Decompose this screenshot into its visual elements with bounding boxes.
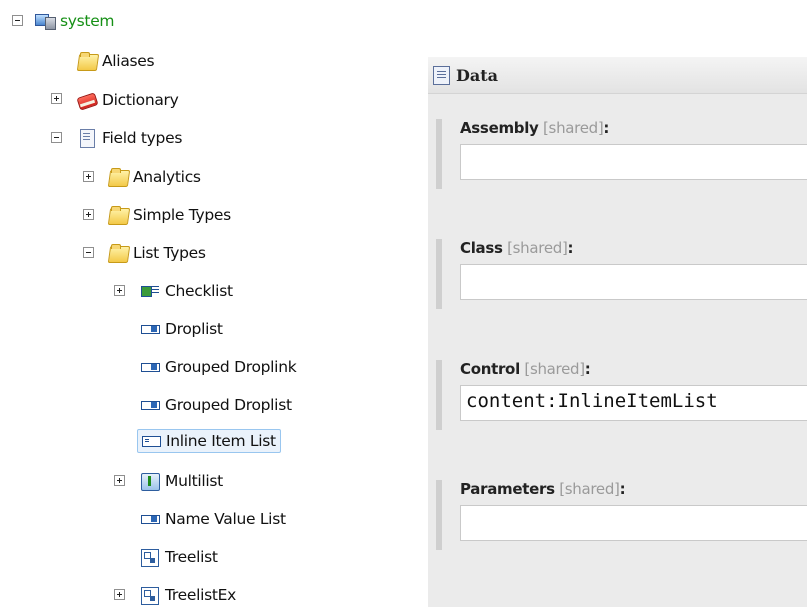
expand-toggle-analytics[interactable]	[83, 171, 94, 182]
assembly-input[interactable]	[460, 144, 807, 180]
document-icon	[76, 128, 98, 148]
field-assembly: Assembly [shared]:	[436, 119, 807, 189]
field-marker-bar	[436, 239, 442, 309]
inline-list-icon	[140, 431, 162, 451]
tree-node-grouped-droplink[interactable]: Grouped Droplink	[139, 354, 297, 380]
folder-icon	[107, 167, 129, 187]
data-section-panel: Data Assembly [shared]: Class [shared]: …	[428, 57, 807, 607]
treelist-icon	[139, 585, 161, 605]
expand-toggle-dictionary[interactable]	[51, 93, 62, 104]
collapse-toggle-list-types[interactable]	[83, 247, 94, 258]
field-label-name: Parameters	[460, 480, 555, 498]
tree-node-aliases[interactable]: Aliases	[76, 48, 155, 74]
shared-tag: [shared]	[543, 119, 604, 137]
tree-node-label: Checklist	[165, 282, 233, 300]
expand-toggle-simple-types[interactable]	[83, 209, 94, 220]
tree-node-multilist[interactable]: Multilist	[139, 468, 223, 494]
droplist-icon	[139, 357, 161, 377]
parameters-input[interactable]	[460, 505, 807, 541]
droplist-icon	[139, 395, 161, 415]
folder-icon	[76, 51, 98, 71]
field-label: Parameters [shared]:	[460, 480, 626, 498]
field-label-name: Assembly	[460, 119, 539, 137]
field-marker-bar	[436, 360, 442, 430]
tree-node-analytics[interactable]: Analytics	[107, 164, 201, 190]
tree-node-label: Droplist	[165, 320, 223, 338]
treelist-icon	[139, 547, 161, 567]
tree-node-system[interactable]: system	[34, 8, 115, 34]
tree-node-inline-item-list[interactable]: Inline Item List	[137, 428, 281, 454]
field-label-name: Control	[460, 360, 520, 378]
tree-node-label: Multilist	[165, 472, 223, 490]
tree-node-label: Analytics	[133, 168, 201, 186]
expand-toggle-multilist[interactable]	[114, 475, 125, 486]
data-section-title: Data	[456, 65, 498, 85]
tree-node-label: system	[60, 12, 115, 30]
dictionary-book-icon	[76, 90, 98, 110]
tree-node-simple-types[interactable]: Simple Types	[107, 202, 231, 228]
folder-icon	[107, 243, 129, 263]
shared-tag: [shared]	[507, 239, 568, 257]
droplist-icon	[139, 319, 161, 339]
field-label: Class [shared]:	[460, 239, 574, 257]
multilist-icon	[139, 471, 161, 491]
expand-toggle-checklist[interactable]	[114, 285, 125, 296]
tree-node-label: Treelist	[165, 548, 218, 566]
field-label: Assembly [shared]:	[460, 119, 609, 137]
shared-tag: [shared]	[524, 360, 585, 378]
collapse-toggle-field-types[interactable]	[51, 132, 62, 143]
tree-node-label: Grouped Droplink	[165, 358, 297, 376]
tree-node-checklist[interactable]: Checklist	[139, 278, 233, 304]
field-marker-bar	[436, 119, 442, 189]
tree-node-dictionary[interactable]: Dictionary	[76, 87, 179, 113]
field-colon: :	[567, 239, 574, 257]
field-label: Control [shared]:	[460, 360, 591, 378]
tree-node-label: Dictionary	[102, 91, 179, 109]
droplist-icon	[139, 509, 161, 529]
field-colon: :	[619, 480, 626, 498]
checklist-icon	[139, 281, 161, 301]
field-control: Control [shared]: content:InlineItemList	[436, 360, 807, 430]
tree-node-grouped-droplist[interactable]: Grouped Droplist	[139, 392, 292, 418]
class-input[interactable]	[460, 264, 807, 300]
tree-node-label: Inline Item List	[166, 432, 276, 450]
data-section-icon	[433, 65, 450, 85]
shared-tag: [shared]	[559, 480, 620, 498]
folder-icon	[107, 205, 129, 225]
tree-node-label: List Types	[133, 244, 206, 262]
field-class: Class [shared]:	[436, 239, 807, 309]
field-label-name: Class	[460, 239, 503, 257]
tree-node-label: Field types	[102, 129, 183, 147]
content-tree: system Aliases Dictionary Field types An…	[0, 0, 428, 607]
field-colon: :	[603, 119, 610, 137]
tree-node-label: TreelistEx	[165, 586, 237, 604]
tree-node-treelistex[interactable]: TreelistEx	[139, 582, 236, 608]
tree-node-treelist[interactable]: Treelist	[139, 544, 218, 570]
field-marker-bar	[436, 480, 442, 550]
tree-node-name-value-list[interactable]: Name Value List	[139, 506, 286, 532]
collapse-toggle-system[interactable]	[12, 15, 23, 26]
tree-node-droplist[interactable]: Droplist	[139, 316, 223, 342]
tree-node-label: Name Value List	[165, 510, 286, 528]
computer-icon	[34, 11, 56, 31]
tree-node-list-types[interactable]: List Types	[107, 240, 206, 266]
tree-node-label: Simple Types	[133, 206, 231, 224]
tree-node-label: Aliases	[102, 52, 155, 70]
data-section-header[interactable]: Data	[428, 57, 807, 94]
field-colon: :	[584, 360, 591, 378]
tree-node-label: Grouped Droplist	[165, 396, 292, 414]
control-input[interactable]: content:InlineItemList	[460, 385, 807, 421]
expand-toggle-treelistex[interactable]	[114, 589, 125, 600]
field-parameters: Parameters [shared]:	[436, 480, 807, 550]
tree-node-field-types[interactable]: Field types	[76, 125, 182, 151]
